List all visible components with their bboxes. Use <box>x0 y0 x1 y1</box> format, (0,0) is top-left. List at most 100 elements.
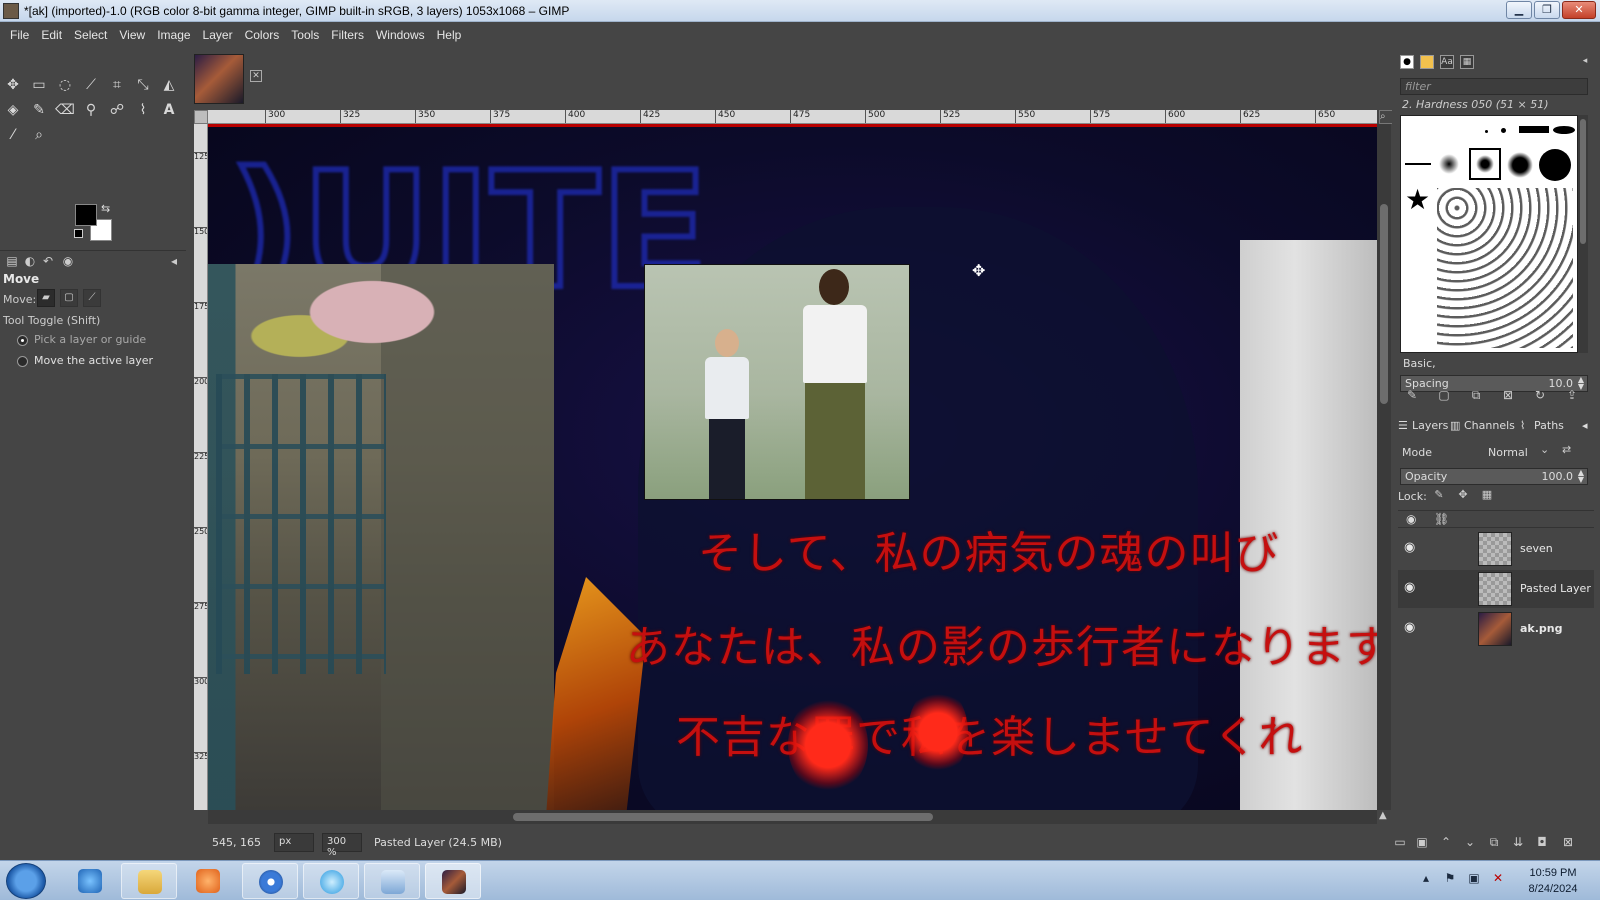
brush-item[interactable] <box>1519 126 1549 133</box>
layer-visibility-eye-icon[interactable]: ◉ <box>1404 580 1422 595</box>
layer-row[interactable]: ◉ seven <box>1398 530 1594 568</box>
duplicate-layer-icon[interactable]: ⧉ <box>1486 834 1502 850</box>
layer-visibility-eye-icon[interactable]: ◉ <box>1404 620 1422 635</box>
menu-layer[interactable]: Layer <box>197 28 239 42</box>
configure-dock-icon[interactable]: ◂ <box>1578 55 1592 69</box>
minimize-button[interactable]: ▁ <box>1506 1 1532 19</box>
color-picker-tool-icon[interactable]: ⁄ <box>2 124 24 146</box>
merge-layer-icon[interactable]: ⇊ <box>1510 834 1526 850</box>
star-brush-icon[interactable]: ★ <box>1405 186 1430 214</box>
menu-select[interactable]: Select <box>68 28 113 42</box>
new-layer-group-icon[interactable]: ▣ <box>1414 834 1430 850</box>
lock-position-icon[interactable]: ✥ <box>1456 488 1470 502</box>
network-icon[interactable]: ▣ <box>1466 871 1482 887</box>
action-center-flag-icon[interactable]: ⚑ <box>1442 871 1458 887</box>
new-brush-icon[interactable]: ▢ <box>1436 387 1452 403</box>
brush-item[interactable] <box>1539 149 1571 181</box>
brush-item[interactable] <box>1553 126 1575 134</box>
rect-select-tool-icon[interactable]: ▭ <box>28 74 50 96</box>
zoom-image-when-window-size-changes-button[interactable]: ⌕ <box>1379 110 1393 124</box>
unit-select[interactable]: px <box>274 833 314 852</box>
tool-options-tab-icon[interactable]: ▤ <box>4 253 20 269</box>
move-active-layer-radio[interactable] <box>17 356 28 367</box>
layers-tab-icon[interactable]: ☰ <box>1398 419 1408 432</box>
brushes-tab-icon[interactable]: ● <box>1400 55 1414 69</box>
swap-colors-icon[interactable]: ⇆ <box>101 202 110 215</box>
delete-layer-icon[interactable]: ⊠ <box>1560 834 1576 850</box>
tab-channels[interactable]: Channels <box>1464 419 1515 432</box>
taskbar-media-player[interactable] <box>180 863 236 899</box>
mode-switch-icon[interactable]: ⇄ <box>1562 443 1571 456</box>
crop-tool-icon[interactable]: ⌗ <box>106 74 128 96</box>
menu-view[interactable]: View <box>113 28 151 42</box>
system-clock[interactable]: 10:59 PM 8/24/2024 <box>1520 865 1586 897</box>
volume-muted-icon[interactable]: ✕ <box>1490 871 1506 887</box>
bucket-fill-tool-icon[interactable]: ◈ <box>2 99 24 121</box>
start-button[interactable] <box>6 863 46 899</box>
layer-name[interactable]: seven <box>1520 542 1553 555</box>
spin-arrows-icon[interactable]: ▲ ▼ <box>1578 469 1584 484</box>
reset-colors-icon[interactable] <box>74 229 83 238</box>
fuzzy-select-tool-icon[interactable]: ⟋ <box>80 74 102 96</box>
paintbrush-tool-icon[interactable]: ✎ <box>28 99 50 121</box>
texture-brushes[interactable] <box>1437 188 1573 348</box>
fonts-tab-icon[interactable]: Aa <box>1440 55 1454 69</box>
maximize-button[interactable]: ❐ <box>1534 1 1560 19</box>
lasso-tool-icon[interactable]: ◌ <box>54 74 76 96</box>
layer-name[interactable]: Pasted Layer <box>1520 582 1591 595</box>
refresh-brushes-icon[interactable]: ↻ <box>1532 387 1548 403</box>
close-button[interactable]: ✕ <box>1562 1 1596 19</box>
menu-file[interactable]: File <box>4 28 35 42</box>
brush-grid[interactable]: ★ <box>1400 115 1578 353</box>
layer-row-selected[interactable]: ◉ Pasted Layer <box>1398 570 1594 608</box>
smudge-tool-icon[interactable]: ☍ <box>106 99 128 121</box>
tab-layers[interactable]: Layers <box>1412 419 1448 432</box>
brush-item[interactable] <box>1485 130 1488 133</box>
taskbar-control-panel[interactable] <box>364 863 420 899</box>
image-tab-close-icon[interactable]: ✕ <box>250 70 262 82</box>
image-canvas[interactable]: )UITE そして、私の病気の魂の叫び あなたは、私の影の歩行者になります 不吉… <box>208 127 1377 810</box>
eraser-tool-icon[interactable]: ⌫ <box>54 99 76 121</box>
paths-tab-icon[interactable]: ⌇ <box>1520 419 1525 432</box>
mask-layer-icon[interactable]: ◘ <box>1534 834 1550 850</box>
pick-layer-radio[interactable] <box>17 335 28 346</box>
brush-filter-input[interactable]: filter <box>1400 78 1588 95</box>
move-path-mode-button[interactable]: ⟋ <box>83 289 101 307</box>
lower-layer-icon[interactable]: ⌄ <box>1462 834 1478 850</box>
lock-pixels-icon[interactable]: ✎ <box>1432 488 1446 502</box>
brush-scroll-thumb[interactable] <box>1580 119 1586 244</box>
menu-colors[interactable]: Colors <box>239 28 286 42</box>
gimp-app-icon[interactable] <box>3 3 19 19</box>
navigate-icon[interactable]: ▲ <box>1379 810 1391 824</box>
warp-tool-icon[interactable]: ◭ <box>158 74 180 96</box>
document-history-tab-icon[interactable]: ▦ <box>1460 55 1474 69</box>
taskbar-gimp-active[interactable] <box>425 863 481 899</box>
pick-layer-radio-label[interactable]: Pick a layer or guide <box>34 333 146 346</box>
clone-tool-icon[interactable]: ⚲ <box>80 99 102 121</box>
menu-edit[interactable]: Edit <box>35 28 68 42</box>
zoom-tool-icon[interactable]: ⌕ <box>28 124 50 146</box>
new-layer-icon[interactable]: ▭ <box>1392 834 1408 850</box>
show-hidden-icons-icon[interactable]: ▴ <box>1418 871 1434 887</box>
taskbar-internet-explorer[interactable] <box>62 863 118 899</box>
menu-image[interactable]: Image <box>151 28 196 42</box>
raise-layer-icon[interactable]: ⌃ <box>1438 834 1454 850</box>
layer-row[interactable]: ◉ ak.png <box>1398 610 1594 648</box>
channels-tab-icon[interactable]: ▥ <box>1450 419 1460 432</box>
layer-name[interactable]: ak.png <box>1520 622 1563 635</box>
brush-item[interactable] <box>1405 163 1431 165</box>
brush-item-selected[interactable] <box>1469 148 1501 180</box>
brush-item[interactable] <box>1439 154 1459 174</box>
horizontal-ruler[interactable]: 300 325 350 375 400 425 450 475 500 525 … <box>208 110 1377 124</box>
mode-dropdown-chevron-icon[interactable]: ⌄ <box>1540 443 1549 456</box>
move-active-layer-radio-label[interactable]: Move the active layer <box>34 354 153 367</box>
menu-tools[interactable]: Tools <box>285 28 325 42</box>
move-selection-mode-button[interactable]: ▢ <box>60 289 78 307</box>
brush-grid-scrollbar[interactable] <box>1578 115 1588 353</box>
zoom-select[interactable]: 300 % <box>322 833 362 858</box>
menu-filters[interactable]: Filters <box>325 28 370 42</box>
patterns-tab-icon[interactable] <box>1420 55 1434 69</box>
vertical-scroll-thumb[interactable] <box>1380 204 1388 404</box>
configure-tab-icon[interactable]: ◂ <box>166 253 182 269</box>
delete-brush-icon[interactable]: ⊠ <box>1500 387 1516 403</box>
